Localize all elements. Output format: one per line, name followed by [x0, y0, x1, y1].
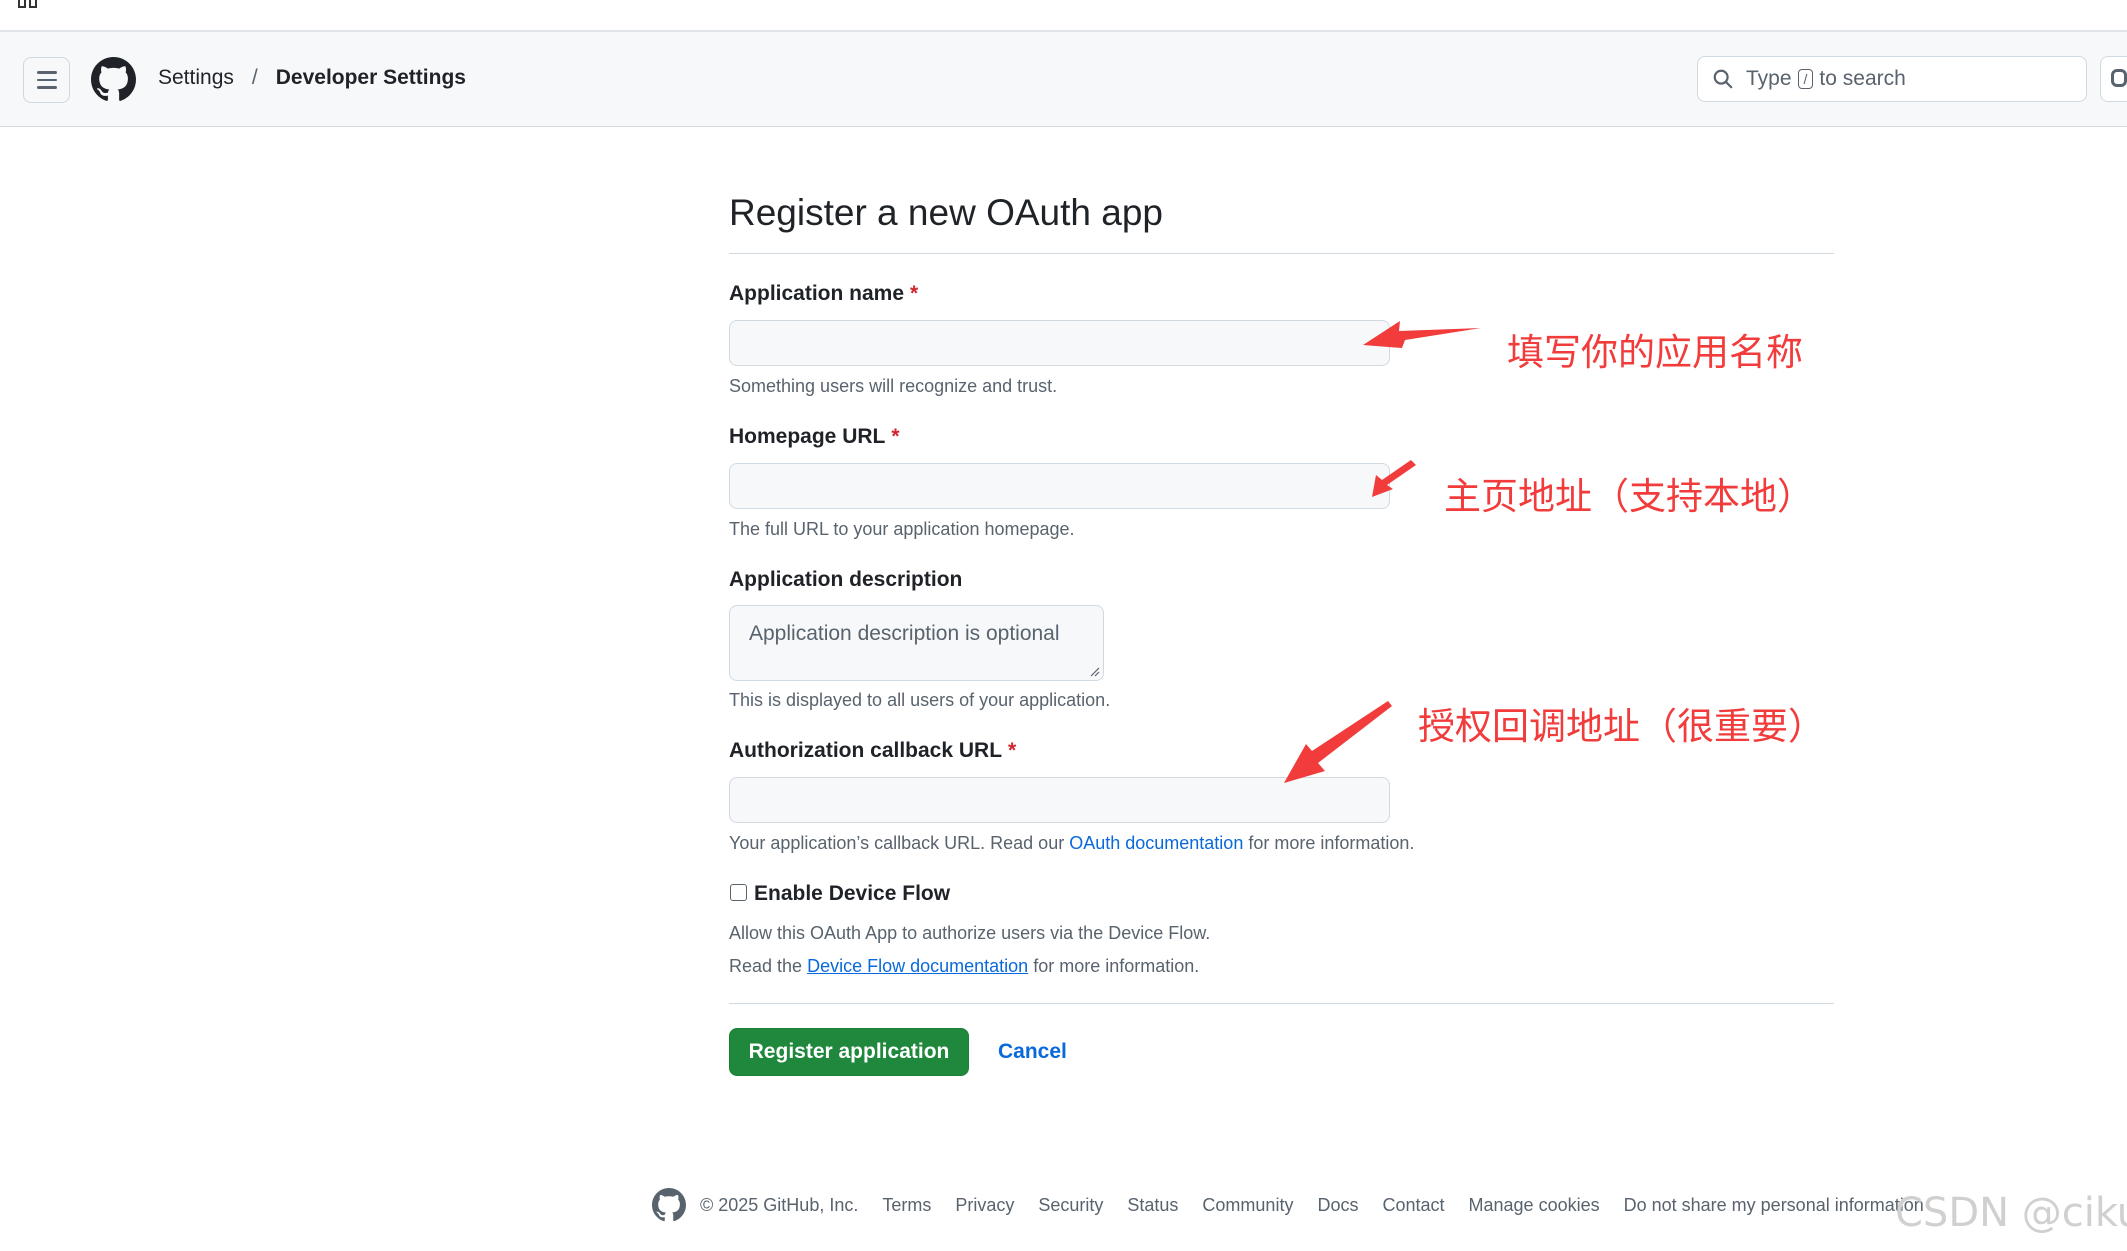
callback-hint-text: Your application’s callback URL. Read ou…	[729, 833, 1065, 853]
footer-copyright: © 2025 GitHub, Inc.	[700, 1194, 859, 1215]
footer-link-security[interactable]: Security	[1038, 1195, 1103, 1216]
annotation-callback: 授权回调地址（很重要）	[1418, 705, 1825, 748]
github-footer-logo-icon[interactable]	[652, 1188, 686, 1222]
required-marker: *	[891, 425, 900, 448]
homepage-url-hint: The full URL to your application homepag…	[729, 519, 1075, 539]
footer-link-contact[interactable]: Contact	[1382, 1195, 1444, 1216]
page-title: Register a new OAuth app	[729, 192, 1163, 233]
cancel-link[interactable]: Cancel	[998, 1040, 1067, 1064]
menu-line	[36, 78, 57, 82]
device-flow-documentation-link[interactable]: Device Flow documentation	[807, 956, 1028, 976]
search-icon	[1713, 69, 1733, 89]
window-top-strip	[0, 0, 2127, 32]
homepage-url-label: Homepage URL *	[729, 425, 900, 449]
application-description-hint: This is displayed to all users of your a…	[729, 690, 1111, 710]
required-marker: *	[910, 282, 919, 305]
register-application-button[interactable]: Register application	[729, 1028, 969, 1076]
device-flow-doc-text: Read the	[729, 956, 803, 976]
callback-url-label: Authorization callback URL *	[729, 739, 1016, 763]
breadcrumb-developer-settings[interactable]: Developer Settings	[276, 66, 466, 90]
title-divider	[729, 253, 1834, 254]
page-footer: © 2025 GitHub, Inc. Terms Privacy Securi…	[652, 1188, 1948, 1222]
search-input[interactable]: Type / to search	[1697, 56, 2087, 102]
application-description-textarea[interactable]: Application description is optional	[729, 605, 1104, 681]
device-flow-doc-text-end: for more information.	[1033, 956, 1200, 976]
enable-device-flow-checkbox[interactable]	[730, 884, 747, 901]
breadcrumb-separator: /	[251, 66, 258, 89]
footer-link-docs[interactable]: Docs	[1317, 1195, 1358, 1216]
annotation-homepage: 主页地址（支持本地）	[1444, 475, 1814, 518]
footer-link-community[interactable]: Community	[1202, 1195, 1293, 1216]
homepage-url-input[interactable]	[729, 463, 1390, 509]
footer-link-status[interactable]: Status	[1127, 1195, 1178, 1216]
homepage-url-label-text: Homepage URL	[729, 425, 886, 448]
search-suffix: to search	[1819, 67, 1906, 90]
callback-url-label-text: Authorization callback URL	[729, 739, 1003, 762]
form-bottom-divider	[729, 1003, 1834, 1004]
arrow-callback	[1284, 701, 1392, 783]
device-flow-hint: Allow this OAuth App to authorize users …	[729, 923, 1211, 943]
app-header: Settings / Developer Settings Type / to …	[0, 32, 2127, 127]
search-prefix: Type	[1746, 67, 1792, 90]
footer-link-do-not-share[interactable]: Do not share my personal information	[1624, 1195, 1924, 1216]
oauth-documentation-link[interactable]: OAuth documentation	[1069, 833, 1243, 853]
application-name-hint: Something users will recognize and trust…	[729, 376, 1058, 396]
application-name-label-text: Application name	[729, 282, 905, 305]
csdn-watermark: CSDN @ciku	[1895, 1190, 2127, 1236]
application-description-label: Application description	[729, 568, 963, 591]
required-marker: *	[1008, 739, 1017, 762]
breadcrumb-settings-link[interactable]: Settings	[158, 66, 234, 90]
footer-link-privacy[interactable]: Privacy	[955, 1195, 1014, 1216]
application-description-placeholder: Application description is optional	[749, 622, 1060, 645]
search-shortcut-key: /	[1797, 69, 1814, 89]
enable-device-flow-label[interactable]: Enable Device Flow	[754, 882, 950, 906]
footer-link-manage-cookies[interactable]: Manage cookies	[1469, 1195, 1600, 1216]
callback-url-hint: Your application’s callback URL. Read ou…	[729, 833, 1414, 854]
hamburger-menu-button[interactable]	[23, 57, 70, 103]
application-name-input[interactable]	[729, 320, 1390, 366]
annotation-app-name: 填写你的应用名称	[1507, 331, 1803, 374]
footer-link-terms[interactable]: Terms	[882, 1195, 931, 1216]
window-tiles-icon[interactable]	[18, 0, 37, 8]
application-name-label: Application name *	[729, 282, 918, 306]
menu-line	[36, 71, 57, 74]
callback-url-input[interactable]	[729, 777, 1390, 823]
breadcrumb: Settings / Developer Settings	[158, 66, 466, 90]
callback-hint-text-end: for more information.	[1248, 833, 1415, 853]
github-logo-icon[interactable]	[91, 57, 136, 102]
menu-line	[36, 86, 57, 89]
device-flow-doc-hint: Read the Device Flow documentation for m…	[729, 956, 1199, 977]
copilot-icon[interactable]	[2100, 56, 2127, 102]
resize-handle-icon[interactable]	[1090, 667, 1100, 677]
